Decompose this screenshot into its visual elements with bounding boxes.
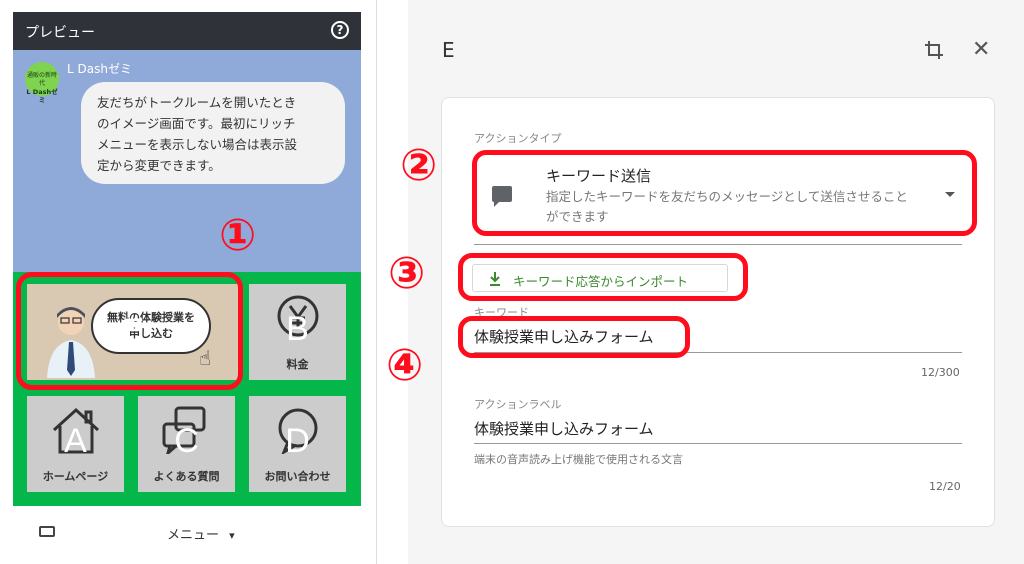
chevron-down-icon: ▾ [229,529,235,542]
question-circle-icon[interactable]: ? [331,21,349,39]
menu-toggle[interactable]: メニュー ▾ [167,524,235,543]
tile-letter-d: D [285,422,310,460]
message-line: 定から変更できます。 [97,158,221,173]
annotation-number-2: ② [400,140,438,191]
tile-letter-a: A [64,422,87,460]
annotation-box-4 [458,316,690,358]
crop-icon[interactable] [924,40,944,60]
action-label-label: アクションラベル [474,398,562,411]
avatar: 通販の新時代 L Dashゼミ [25,62,59,104]
editor-title: E [442,38,455,62]
action-type-underline [474,244,962,245]
annotation-box-2 [472,150,977,236]
annotation-number-3: ③ [388,248,426,299]
annotation-number-1: ① [219,210,257,261]
tile-label-c: よくある質問 [153,470,220,483]
message-line: のイメージ画面です。最初にリッチ [97,116,296,131]
keyboard-icon[interactable] [39,526,55,537]
rich-menu-tile-d[interactable]: D お問い合わせ [249,396,346,492]
tile-label-a: ホームページ [42,470,109,483]
rich-menu-tile-b[interactable]: B 料金 [249,284,346,380]
avatar-text-bottom: L Dashゼミ [26,88,58,104]
tile-letter-b: B [286,310,309,348]
annotation-number-4: ④ [386,340,424,391]
tile-label-d: お問い合わせ [264,470,331,483]
avatar-text-top: 通販の新時代 [26,72,57,87]
action-label-helper: 端末の音声読み上げ機能で使用される文言 [474,453,683,466]
divider [376,0,377,564]
menu-toggle-label: メニュー [167,528,220,543]
account-name: L Dashゼミ [67,62,132,76]
chat-bubble: 友だちがトークルームを開いたとき のイメージ画面です。最初にリッチ メニューを表… [81,82,345,184]
preview-header: プレビュー ? [13,12,361,50]
tile-label-b: 料金 [286,358,309,371]
annotation-box-1 [16,272,243,390]
close-icon[interactable]: ✕ [972,39,990,61]
message-line: メニューを表示しない場合は表示設 [97,137,298,152]
rich-menu-tile-a[interactable]: A ホームページ [27,396,124,492]
action-label-underline [474,443,962,444]
action-label-input[interactable]: 体験授業申し込みフォーム [474,418,654,439]
action-type-label: アクションタイプ [474,132,562,145]
preview-footer: メニュー ▾ [13,506,361,560]
tile-letter-c: C [174,422,199,460]
action-label-counter: 12/20 [929,480,961,493]
message-line: 友だちがトークルームを開いたとき [97,95,297,110]
rich-menu-tile-c[interactable]: C よくある質問 [138,396,235,492]
keyword-counter: 12/300 [921,366,960,379]
annotation-box-3 [458,253,748,301]
preview-title: プレビュー [25,25,95,41]
